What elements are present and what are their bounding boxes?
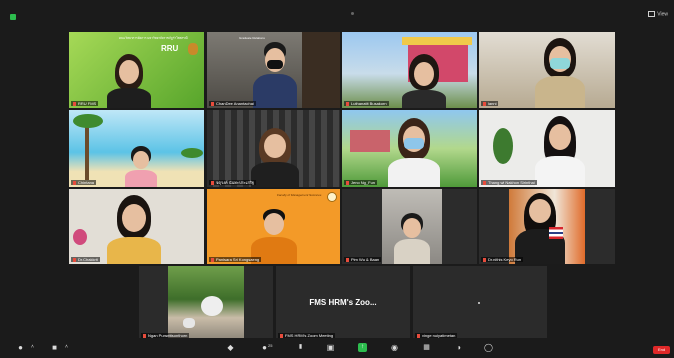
muted-mic-icon — [346, 180, 349, 185]
video-tile[interactable]: lanni — [479, 32, 615, 108]
palm-leaves — [181, 148, 203, 158]
participant-image — [253, 42, 297, 108]
muted-mic-icon — [483, 180, 486, 185]
video-tile[interactable]: Ngan Punwittsonthorn — [139, 266, 273, 340]
muted-mic-icon — [346, 257, 349, 262]
participant-name: Panisara Sri Kongsaeng — [209, 257, 262, 262]
participant-image — [107, 54, 151, 108]
video-camera-icon[interactable]: ■ — [50, 343, 59, 352]
chat-icon[interactable]: ▣ — [326, 343, 335, 352]
garden-table — [201, 296, 223, 316]
apps-icon[interactable]: ▦ — [422, 343, 431, 352]
participant-image — [251, 209, 297, 264]
palm-leaves — [73, 114, 103, 128]
record-icon[interactable]: ◉ — [390, 343, 399, 352]
video-tile-no-video[interactable]: vinge nuiyatimetan — [413, 266, 547, 340]
muted-mic-icon — [346, 101, 349, 106]
participant-image — [251, 128, 299, 187]
muted-mic-icon — [73, 101, 76, 106]
header-text: Faculty of Management Sciences — [277, 193, 322, 197]
bookshelf — [302, 32, 340, 108]
participant-name: Jeno Ng_Fun — [344, 180, 378, 185]
participant-name: ChanDee Anantachai — [209, 101, 256, 106]
shield-icon[interactable]: ◆ — [226, 343, 235, 352]
participant-name: Dr.Chakkrit — [71, 257, 100, 262]
reactions-icon[interactable]: ◯ — [484, 343, 493, 352]
video-tile[interactable]: Dr.Chakkrit — [69, 189, 204, 264]
video-tile[interactable]: จตุรงค์ นันทะประเสริฐ — [207, 110, 340, 187]
participants-count: 25 — [268, 343, 273, 348]
faculty-logo-icon — [327, 192, 337, 202]
chevron-up-icon[interactable]: ˄ — [28, 343, 37, 352]
meeting-toolbar: ● ˄ ■ ˄ ◆ ● 25 ▮ ▣ ↑ ◉ ▦ ◑ ◯ End — [0, 338, 674, 358]
muted-mic-icon — [211, 180, 214, 185]
top-bar: View — [0, 0, 674, 30]
video-tile[interactable]: Dr.nithis Keyo Run — [479, 189, 615, 264]
participant-name: RRU FMS — [71, 101, 99, 106]
view-button[interactable]: View — [648, 11, 668, 17]
muted-mic-icon — [211, 101, 214, 106]
participant-name: Dr.nithis Keyo Run — [481, 257, 524, 262]
flowers — [73, 229, 87, 245]
participant-display-name: FMS HRM's Zoo... — [309, 298, 377, 307]
bar-chart-icon[interactable]: ▮ — [296, 343, 305, 352]
participant-name: lanni — [481, 101, 499, 106]
participant-image — [535, 116, 585, 187]
participant-image — [388, 118, 440, 187]
caption: Graduate Relations — [239, 36, 265, 40]
garden-stool — [183, 318, 195, 328]
end-meeting-button[interactable]: End — [653, 346, 670, 354]
video-tile[interactable]: Thang wi Nakhon Sirinthai — [479, 110, 615, 187]
banner-text: คณะวิทยาการจัดการ มหาวิทยาลัยราชภัฏรำไพพ… — [119, 36, 188, 40]
building — [350, 130, 390, 152]
whiteboard-icon[interactable]: ◑ — [454, 343, 463, 352]
video-tile[interactable]: Graduate Relations ChanDee Anantachai — [207, 32, 340, 108]
muted-mic-icon — [73, 257, 76, 262]
video-tile[interactable]: Chintana — [69, 110, 204, 187]
participant-name: Chintana — [71, 180, 97, 185]
palm-tree — [85, 120, 89, 180]
security-shield-icon[interactable] — [10, 14, 16, 20]
video-tile[interactable]: Pim Wu & Baan — [342, 189, 477, 264]
muted-mic-icon — [483, 101, 486, 106]
participant-name: Thang wi Nakhon Sirinthai — [481, 180, 537, 185]
video-tile-active-speaker[interactable]: Luthanatit Busakorn — [342, 32, 477, 108]
top-indicator — [351, 12, 354, 15]
participant-image — [402, 54, 446, 108]
participant-image — [535, 38, 585, 108]
participant-name: จตุรงค์ นันทะประเสริฐ — [209, 180, 257, 185]
university-seal-icon — [188, 43, 198, 55]
chevron-up-icon[interactable]: ˄ — [62, 343, 71, 352]
thai-flag-icon — [549, 227, 563, 239]
video-tile-no-video[interactable]: FMS HRM's Zoo... FMS HRM's Zoom Meeting — [276, 266, 410, 340]
building-roof — [402, 37, 472, 45]
video-tile[interactable]: คณะวิทยาการจัดการ มหาวิทยาลัยราชภัฏรำไพพ… — [69, 32, 204, 108]
avatar-dot — [478, 302, 480, 304]
participant-name: Pim Wu & Baan — [344, 257, 382, 262]
participant-image — [107, 195, 161, 264]
plant — [493, 128, 513, 164]
share-screen-icon[interactable]: ↑ — [358, 343, 367, 352]
logo-text: RRU — [161, 44, 179, 53]
muted-mic-icon — [211, 257, 214, 262]
video-tile[interactable]: Faculty of Management Sciences Panisara … — [207, 189, 340, 264]
video-tile[interactable]: Jeno Ng_Fun — [342, 110, 477, 187]
microphone-icon[interactable]: ● — [16, 343, 25, 352]
participant-name: Luthanatit Busakorn — [344, 101, 389, 106]
muted-mic-icon — [73, 180, 76, 185]
muted-mic-icon — [483, 257, 486, 262]
grid-view-icon — [648, 11, 656, 17]
participant-image — [125, 146, 157, 187]
participant-image — [394, 213, 430, 264]
